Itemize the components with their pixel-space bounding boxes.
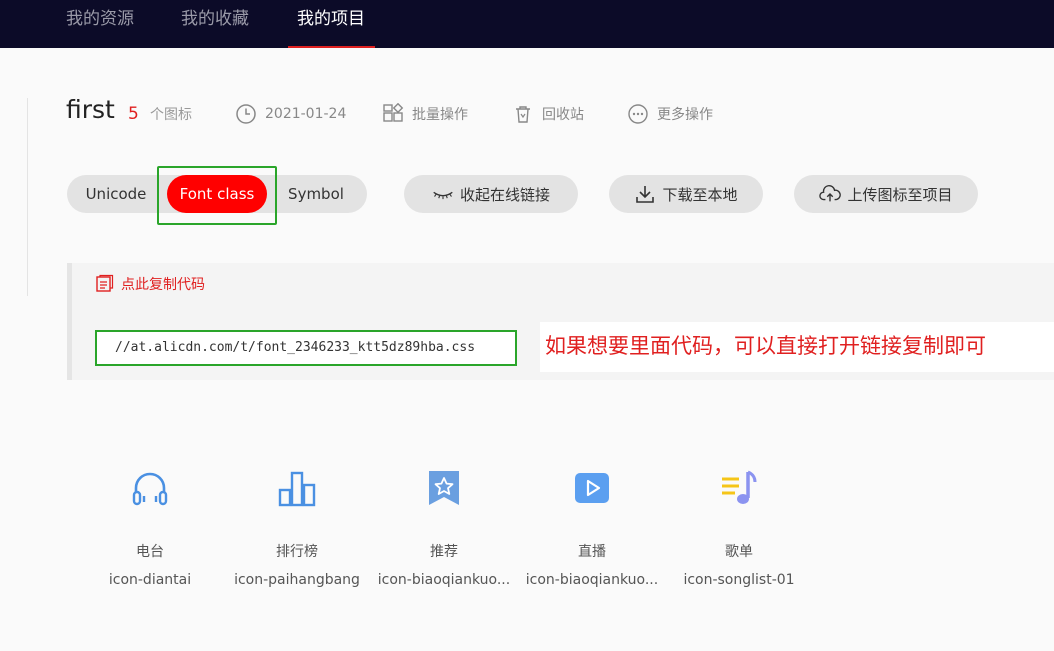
more-dots-icon: [627, 103, 649, 125]
icon-name: 歌单: [725, 544, 753, 560]
icon-code: icon-songlist-01: [683, 572, 795, 588]
copy-doc-icon: [95, 274, 115, 294]
icon-card-gedan[interactable]: 歌单 icon-songlist-01: [669, 460, 809, 595]
recycle-bin-button[interactable]: 回收站: [512, 103, 584, 125]
icon-card-diantai[interactable]: 电台 icon-diantai: [80, 460, 220, 595]
icon-code: icon-biaoqiankuo...: [377, 572, 511, 588]
download-icon: [634, 183, 656, 205]
icon-code: icon-biaoqiankuo...: [525, 572, 659, 588]
cloud-upload-icon: [819, 183, 842, 205]
grid-icon: [382, 103, 404, 125]
video-play-icon: [522, 460, 662, 516]
mode-font-class[interactable]: Font class: [167, 175, 267, 213]
project-date: 2021-01-24: [235, 103, 346, 125]
icon-name: 直播: [578, 544, 606, 560]
tab-my-favorites[interactable]: 我的收藏: [181, 0, 249, 48]
bookmark-star-icon: [374, 460, 514, 516]
sidebar-divider: [27, 98, 28, 296]
download-label: 下载至本地: [662, 185, 738, 204]
icon-card-paihangbang[interactable]: 排行榜 icon-paihangbang: [227, 460, 367, 595]
bar-chart-icon: [227, 460, 367, 516]
more-actions-label: 更多操作: [657, 107, 713, 123]
icon-card-zhibo[interactable]: 直播 icon-biaoqiankuo...: [522, 460, 662, 595]
clock-icon: [235, 103, 257, 125]
icon-name: 排行榜: [276, 544, 318, 560]
icon-count-label: 个图标: [150, 107, 192, 123]
tab-my-resources[interactable]: 我的资源: [66, 0, 134, 48]
collapse-link-label: 收起在线链接: [459, 185, 550, 204]
icon-code: icon-paihangbang: [234, 572, 360, 588]
annotation-text: 如果想要里面代码，可以直接打开链接复制即可: [545, 334, 986, 358]
copy-code-link[interactable]: 点此复制代码: [95, 274, 205, 294]
mode-unicode[interactable]: Unicode: [67, 175, 165, 213]
mode-switcher: Unicode Font class Symbol: [67, 175, 367, 213]
icon-count: 5: [128, 104, 139, 124]
collapse-link-button[interactable]: 收起在线链接: [404, 175, 578, 213]
icon-card-tuijian[interactable]: 推荐 icon-biaoqiankuo...: [374, 460, 514, 595]
batch-operation-label: 批量操作: [412, 107, 468, 123]
mode-symbol[interactable]: Symbol: [269, 175, 363, 213]
upload-label: 上传图标至项目: [847, 185, 953, 204]
project-date-text: 2021-01-24: [265, 106, 347, 122]
download-button[interactable]: 下载至本地: [609, 175, 763, 213]
project-title: first: [66, 95, 115, 124]
tab-my-projects[interactable]: 我的项目: [288, 0, 375, 48]
top-nav: 我的资源 我的收藏 我的项目: [0, 0, 1054, 48]
copy-code-label: 点此复制代码: [121, 277, 205, 293]
icon-code: icon-diantai: [108, 572, 192, 588]
recycle-bin-label: 回收站: [542, 107, 584, 123]
css-url-field[interactable]: //at.alicdn.com/t/font_2346233_ktt5dz89h…: [95, 330, 517, 366]
trash-icon: [512, 103, 534, 125]
upload-button[interactable]: 上传图标至项目: [794, 175, 978, 213]
headphones-icon: [80, 460, 220, 516]
music-note-icon: [669, 460, 809, 516]
batch-operation-button[interactable]: 批量操作: [382, 103, 468, 125]
icon-name: 电台: [136, 544, 164, 560]
more-actions-button[interactable]: 更多操作: [627, 103, 713, 125]
icon-name: 推荐: [430, 544, 458, 560]
closed-eye-icon: [432, 183, 454, 205]
